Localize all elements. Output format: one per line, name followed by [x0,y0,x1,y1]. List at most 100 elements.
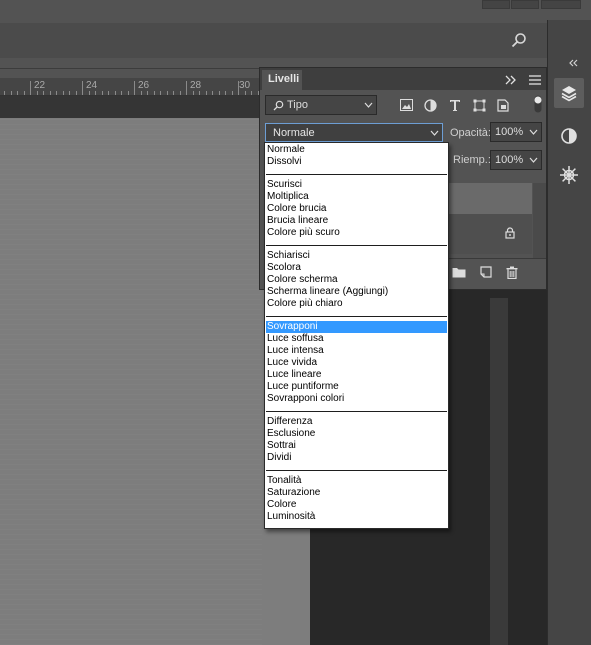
ruler-tick [115,91,116,95]
adjustment-filter-icon[interactable] [422,97,438,113]
shape-filter-icon[interactable] [471,97,487,113]
ruler-tick [232,91,233,95]
ruler-tick [56,91,57,95]
collapse-dock-icon[interactable] [566,58,580,68]
blend-mode-option[interactable]: Saturazione [266,487,447,499]
blend-mode-option[interactable]: Schiarisci [266,250,447,262]
ruler-tick [238,81,239,95]
search-icon[interactable] [509,30,529,50]
menu-separator [266,316,447,317]
ruler-tick [219,91,220,95]
ruler-tick [108,91,109,95]
panel-menu-icon[interactable] [527,73,543,87]
opacity-value: 100% [495,126,524,138]
blend-mode-option[interactable]: Colore [266,499,447,511]
folder-icon[interactable] [451,264,467,280]
maximize-button[interactable] [511,0,539,9]
trash-icon[interactable] [504,264,520,280]
close-button[interactable] [541,0,581,9]
blend-mode-option[interactable]: Brucia lineare [266,215,447,227]
chevron-down-icon [363,101,373,109]
blend-mode-option[interactable]: Luce puntiforme [266,381,447,393]
blend-mode-option[interactable]: Dissolvi [266,156,447,168]
blend-mode-option[interactable]: Differenza [266,416,447,428]
ruler-label: 26 [138,80,150,91]
expand-panel-icon[interactable] [503,73,519,87]
ruler-tick [206,91,207,95]
ruler-tick [82,81,83,95]
menu-separator [266,411,447,412]
ruler-tick [141,91,142,95]
image-filter-icon[interactable] [398,97,414,113]
ruler-tick [147,91,148,95]
ruler-tick [212,91,213,95]
ruler-tick [173,91,174,95]
blend-mode-option[interactable]: Esclusione [266,428,447,440]
document-canvas[interactable] [0,118,262,645]
options-bar-strip [0,23,547,58]
ruler-tick [199,91,200,95]
ruler-tick [76,91,77,95]
ruler-margin [0,96,262,118]
minimize-button[interactable] [482,0,510,9]
ruler-tick [43,91,44,95]
navigator-wheel-icon[interactable] [557,163,581,187]
chevron-down-icon [528,128,538,136]
blend-mode-option[interactable]: Colore scherma [266,274,447,286]
fill-value: 100% [495,154,524,166]
ruler-tick [251,91,252,95]
blend-mode-option[interactable]: Sottrai [266,440,447,452]
blend-mode-option[interactable]: Moltiplica [266,191,447,203]
fill-label: Riemp.: [453,154,491,166]
panel-scrollbar[interactable] [490,298,508,645]
blend-mode-option[interactable]: Dividi [266,452,447,464]
chevron-down-icon [528,156,538,164]
lock-icon [503,226,517,240]
ruler-label: 24 [86,80,98,91]
blend-mode-select[interactable]: Normale [265,123,443,142]
opacity-input[interactable]: 100% [490,122,542,142]
blend-mode-option[interactable]: Luce lineare [266,369,447,381]
menu-separator [266,470,447,471]
blend-mode-option[interactable]: Scurisci [266,179,447,191]
ruler-tick [30,81,31,95]
ruler-tick [24,91,25,95]
new-layer-icon[interactable] [478,264,494,280]
layer-filter-select[interactable]: Tipo [265,95,377,115]
layers-icon[interactable] [554,78,584,108]
blend-mode-option[interactable]: Sovrapponi [266,321,447,333]
ruler-tick [225,91,226,95]
panel-scroll-track[interactable] [533,183,546,263]
blend-mode-option[interactable]: Colore brucia [266,203,447,215]
ruler-tick [180,91,181,95]
layer-row[interactable] [449,183,532,214]
blend-mode-option[interactable]: Tonalità [266,475,447,487]
smart-object-filter-icon[interactable] [495,97,511,113]
fill-input[interactable]: 100% [490,150,542,170]
blend-mode-option[interactable]: Colore più chiaro [266,298,447,310]
ruler-tick [160,91,161,95]
blend-mode-option[interactable]: Sovrapponi colori [266,393,447,405]
ruler-tick [69,91,70,95]
ruler-tick [154,91,155,95]
blend-mode-dropdown[interactable]: Normale Dissolvi Scurisci Moltiplica Colore … [264,142,449,529]
menu-separator [266,174,447,175]
blend-mode-option[interactable]: Luminosità [266,511,447,523]
filter-toggle-icon[interactable] [533,94,543,114]
blend-mode-option[interactable]: Scolora [266,262,447,274]
layers-list [449,214,532,254]
ruler-tick [245,91,246,95]
type-filter-icon[interactable] [447,97,463,113]
blend-mode-option[interactable]: Normale [266,144,447,156]
menu-separator [266,245,447,246]
blend-mode-option[interactable]: Colore più scuro [266,227,447,239]
adjustments-icon[interactable] [557,124,581,148]
blend-mode-option[interactable]: Luce soffusa [266,333,447,345]
tab-layers[interactable]: Livelli [262,70,302,90]
blend-mode-option[interactable]: Scherma lineare (Aggiungi) [266,286,447,298]
blend-mode-value: Normale [273,127,315,139]
blend-mode-option[interactable]: Luce vivida [266,357,447,369]
ruler-tick [134,81,135,95]
ruler-tick [128,91,129,95]
blend-mode-option[interactable]: Luce intensa [266,345,447,357]
